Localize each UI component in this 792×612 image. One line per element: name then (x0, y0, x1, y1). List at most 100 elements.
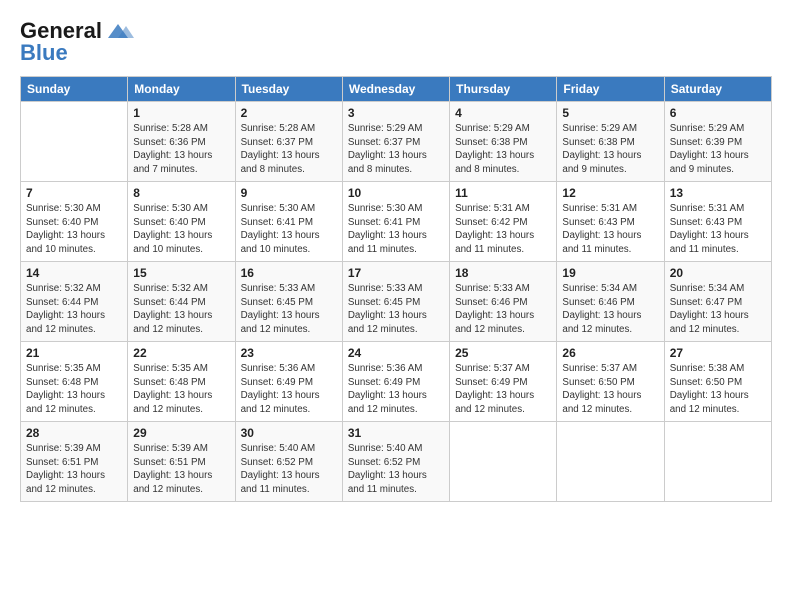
day-number: 26 (562, 346, 658, 360)
day-info: Sunrise: 5:37 AM Sunset: 6:49 PM Dayligh… (455, 362, 551, 417)
day-number: 4 (455, 106, 551, 120)
day-cell: 26 Sunrise: 5:37 AM Sunset: 6:50 PM Dayli… (557, 342, 664, 422)
day-info: Sunrise: 5:31 AM Sunset: 6:42 PM Dayligh… (455, 202, 551, 257)
week-row-1: 7 Sunrise: 5:30 AM Sunset: 6:40 PM Daylig… (21, 182, 772, 262)
day-info: Sunrise: 5:33 AM Sunset: 6:45 PM Dayligh… (348, 282, 444, 337)
day-info: Sunrise: 5:31 AM Sunset: 6:43 PM Dayligh… (562, 202, 658, 257)
day-number: 10 (348, 186, 444, 200)
page: General Blue SundayMondayTuesdayWednesda… (0, 0, 792, 612)
day-number: 15 (133, 266, 229, 280)
day-number: 12 (562, 186, 658, 200)
day-info: Sunrise: 5:33 AM Sunset: 6:46 PM Dayligh… (455, 282, 551, 337)
day-info: Sunrise: 5:28 AM Sunset: 6:36 PM Dayligh… (133, 122, 229, 177)
day-info: Sunrise: 5:37 AM Sunset: 6:50 PM Dayligh… (562, 362, 658, 417)
day-cell: 29 Sunrise: 5:39 AM Sunset: 6:51 PM Dayli… (128, 422, 235, 502)
day-number: 2 (241, 106, 337, 120)
day-info: Sunrise: 5:38 AM Sunset: 6:50 PM Dayligh… (670, 362, 766, 417)
day-cell: 17 Sunrise: 5:33 AM Sunset: 6:45 PM Dayli… (342, 262, 449, 342)
calendar: SundayMondayTuesdayWednesdayThursdayFrid… (20, 76, 772, 502)
day-cell: 25 Sunrise: 5:37 AM Sunset: 6:49 PM Dayli… (450, 342, 557, 422)
day-cell: 15 Sunrise: 5:32 AM Sunset: 6:44 PM Dayli… (128, 262, 235, 342)
day-number: 18 (455, 266, 551, 280)
day-info: Sunrise: 5:32 AM Sunset: 6:44 PM Dayligh… (133, 282, 229, 337)
day-number: 3 (348, 106, 444, 120)
day-cell: 13Sunrise: 5:31 AM Sunset: 6:43 PM Dayli… (664, 182, 771, 262)
day-cell: 27 Sunrise: 5:38 AM Sunset: 6:50 PM Dayli… (664, 342, 771, 422)
day-cell (450, 422, 557, 502)
day-cell: 1Sunrise: 5:28 AM Sunset: 6:36 PM Daylig… (128, 102, 235, 182)
header-wednesday: Wednesday (342, 77, 449, 102)
day-cell: 31 Sunrise: 5:40 AM Sunset: 6:52 PM Dayli… (342, 422, 449, 502)
day-info: Sunrise: 5:40 AM Sunset: 6:52 PM Dayligh… (241, 442, 337, 497)
day-info: Sunrise: 5:35 AM Sunset: 6:48 PM Dayligh… (26, 362, 122, 417)
day-number: 23 (241, 346, 337, 360)
day-info: Sunrise: 5:30 AM Sunset: 6:41 PM Dayligh… (241, 202, 337, 257)
day-cell: 23 Sunrise: 5:36 AM Sunset: 6:49 PM Dayli… (235, 342, 342, 422)
day-cell: 6 Sunrise: 5:29 AM Sunset: 6:39 PM Daylig… (664, 102, 771, 182)
day-info: Sunrise: 5:39 AM Sunset: 6:51 PM Dayligh… (133, 442, 229, 497)
day-info: Sunrise: 5:29 AM Sunset: 6:37 PM Dayligh… (348, 122, 444, 177)
day-info: Sunrise: 5:34 AM Sunset: 6:47 PM Dayligh… (670, 282, 766, 337)
day-info: Sunrise: 5:35 AM Sunset: 6:48 PM Dayligh… (133, 362, 229, 417)
week-row-3: 21Sunrise: 5:35 AM Sunset: 6:48 PM Dayli… (21, 342, 772, 422)
day-info: Sunrise: 5:29 AM Sunset: 6:38 PM Dayligh… (455, 122, 551, 177)
day-cell: 22 Sunrise: 5:35 AM Sunset: 6:48 PM Dayli… (128, 342, 235, 422)
day-cell: 8 Sunrise: 5:30 AM Sunset: 6:40 PM Daylig… (128, 182, 235, 262)
day-number: 5 (562, 106, 658, 120)
day-cell: 5 Sunrise: 5:29 AM Sunset: 6:38 PM Daylig… (557, 102, 664, 182)
day-number: 28 (26, 426, 122, 440)
day-number: 11 (455, 186, 551, 200)
day-cell: 30 Sunrise: 5:40 AM Sunset: 6:52 PM Dayli… (235, 422, 342, 502)
day-number: 6 (670, 106, 766, 120)
day-cell: 11 Sunrise: 5:31 AM Sunset: 6:42 PM Dayli… (450, 182, 557, 262)
week-row-4: 28 Sunrise: 5:39 AM Sunset: 6:51 PM Dayli… (21, 422, 772, 502)
day-cell: 20 Sunrise: 5:34 AM Sunset: 6:47 PM Dayli… (664, 262, 771, 342)
day-cell: 10 Sunrise: 5:30 AM Sunset: 6:41 PM Dayli… (342, 182, 449, 262)
day-info: Sunrise: 5:30 AM Sunset: 6:40 PM Dayligh… (133, 202, 229, 257)
week-row-2: 14Sunrise: 5:32 AM Sunset: 6:44 PM Dayli… (21, 262, 772, 342)
day-number: 8 (133, 186, 229, 200)
day-info: Sunrise: 5:30 AM Sunset: 6:40 PM Dayligh… (26, 202, 122, 257)
day-cell: 16 Sunrise: 5:33 AM Sunset: 6:45 PM Dayli… (235, 262, 342, 342)
day-number: 20 (670, 266, 766, 280)
week-row-0: 1Sunrise: 5:28 AM Sunset: 6:36 PM Daylig… (21, 102, 772, 182)
day-cell (21, 102, 128, 182)
day-number: 24 (348, 346, 444, 360)
day-info: Sunrise: 5:33 AM Sunset: 6:45 PM Dayligh… (241, 282, 337, 337)
day-cell: 3 Sunrise: 5:29 AM Sunset: 6:37 PM Daylig… (342, 102, 449, 182)
header-tuesday: Tuesday (235, 77, 342, 102)
day-cell: 12 Sunrise: 5:31 AM Sunset: 6:43 PM Dayli… (557, 182, 664, 262)
day-info: Sunrise: 5:29 AM Sunset: 6:39 PM Dayligh… (670, 122, 766, 177)
day-number: 22 (133, 346, 229, 360)
logo-blue: Blue (20, 40, 68, 66)
logo: General Blue (20, 18, 134, 66)
day-number: 7 (26, 186, 122, 200)
day-number: 17 (348, 266, 444, 280)
day-info: Sunrise: 5:30 AM Sunset: 6:41 PM Dayligh… (348, 202, 444, 257)
day-number: 30 (241, 426, 337, 440)
header-friday: Friday (557, 77, 664, 102)
day-info: Sunrise: 5:36 AM Sunset: 6:49 PM Dayligh… (241, 362, 337, 417)
day-cell: 24Sunrise: 5:36 AM Sunset: 6:49 PM Dayli… (342, 342, 449, 422)
day-info: Sunrise: 5:28 AM Sunset: 6:37 PM Dayligh… (241, 122, 337, 177)
day-cell: 14Sunrise: 5:32 AM Sunset: 6:44 PM Dayli… (21, 262, 128, 342)
day-cell (664, 422, 771, 502)
day-info: Sunrise: 5:40 AM Sunset: 6:52 PM Dayligh… (348, 442, 444, 497)
day-cell (557, 422, 664, 502)
header-sunday: Sunday (21, 77, 128, 102)
day-cell: 2 Sunrise: 5:28 AM Sunset: 6:37 PM Daylig… (235, 102, 342, 182)
day-number: 29 (133, 426, 229, 440)
day-number: 19 (562, 266, 658, 280)
logo-icon (104, 20, 134, 42)
header-saturday: Saturday (664, 77, 771, 102)
day-info: Sunrise: 5:32 AM Sunset: 6:44 PM Dayligh… (26, 282, 122, 337)
day-cell: 4 Sunrise: 5:29 AM Sunset: 6:38 PM Daylig… (450, 102, 557, 182)
day-number: 31 (348, 426, 444, 440)
day-info: Sunrise: 5:29 AM Sunset: 6:38 PM Dayligh… (562, 122, 658, 177)
calendar-header-row: SundayMondayTuesdayWednesdayThursdayFrid… (21, 77, 772, 102)
day-number: 16 (241, 266, 337, 280)
day-cell: 7 Sunrise: 5:30 AM Sunset: 6:40 PM Daylig… (21, 182, 128, 262)
day-number: 27 (670, 346, 766, 360)
day-number: 9 (241, 186, 337, 200)
day-number: 25 (455, 346, 551, 360)
